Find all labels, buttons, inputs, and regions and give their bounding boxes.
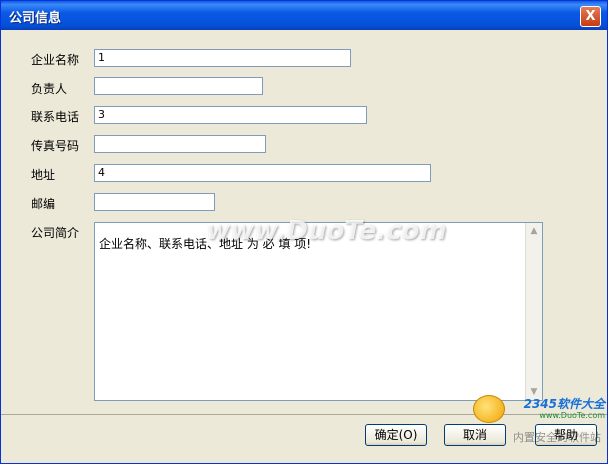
company-info-dialog: 公司信息 X 企业名称 1 负责人 联系电话 3 传真号码 地址 4 邮编 公司… xyxy=(0,0,608,464)
contact-phone-field[interactable]: 3 xyxy=(94,106,367,124)
fax-number-label: 传真号码 xyxy=(31,139,80,153)
window-title: 公司信息 xyxy=(9,11,62,26)
company-profile-label: 公司简介 xyxy=(31,226,80,240)
contact-phone-label: 联系电话 xyxy=(31,110,80,124)
responsible-person-field[interactable] xyxy=(94,77,263,95)
logo-emblem-icon xyxy=(473,395,505,423)
title-bar[interactable]: 公司信息 X xyxy=(1,1,607,30)
company-profile-textarea[interactable]: 企业名称、联系电话、地址 为 必 填 项! ▲ ▼ xyxy=(94,222,543,401)
fax-number-field[interactable] xyxy=(94,135,266,153)
close-button[interactable]: X xyxy=(580,6,601,27)
postal-code-label: 邮编 xyxy=(31,197,56,211)
logo-main-text: 2345软件大全 xyxy=(523,397,605,411)
address-label: 地址 xyxy=(31,168,56,182)
postal-code-field[interactable] xyxy=(94,193,215,211)
company-name-field[interactable]: 1 xyxy=(94,49,351,67)
vertical-scrollbar[interactable]: ▲ ▼ xyxy=(525,223,542,400)
ok-button[interactable]: 确定(O) xyxy=(365,424,427,446)
logo-sub-text: www.DuoTe.com xyxy=(539,411,605,420)
responsible-person-label: 负责人 xyxy=(31,82,68,96)
site-watermark: www.DuoTe.com xyxy=(206,216,447,246)
company-name-label: 企业名称 xyxy=(31,53,80,67)
site-logo-watermark: 2345软件大全 www.DuoTe.com 内置安全的软件站 xyxy=(471,393,605,444)
address-field[interactable]: 4 xyxy=(94,164,431,182)
close-icon: X xyxy=(585,9,596,24)
logo-bottom-text: 内置安全的软件站 xyxy=(513,431,601,444)
scroll-up-icon[interactable]: ▲ xyxy=(526,223,542,239)
